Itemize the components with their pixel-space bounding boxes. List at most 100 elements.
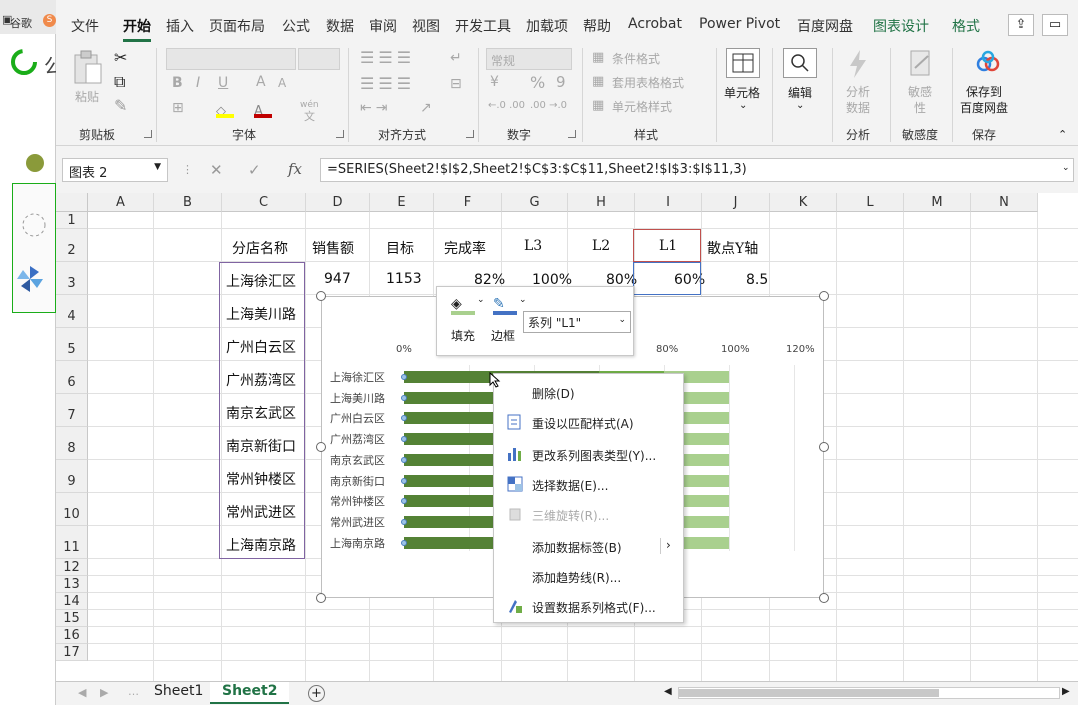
scroll-left-icon[interactable]: ◀ — [664, 686, 672, 697]
font-name-select[interactable] — [166, 48, 296, 70]
indent-icons[interactable]: ⇤⇥ — [360, 100, 391, 116]
baidu-cloud-icon[interactable] — [974, 48, 1002, 76]
chart-resize-handle[interactable] — [819, 291, 829, 301]
column-header-a[interactable]: A — [88, 193, 154, 212]
font-size-select[interactable] — [298, 48, 340, 70]
underline-button[interactable]: U — [218, 75, 228, 91]
column-header-i[interactable]: I — [635, 193, 702, 212]
selection-point-handle[interactable] — [401, 477, 407, 484]
expand-formula-icon[interactable]: ⌄ — [1062, 163, 1070, 173]
editing-button[interactable] — [783, 48, 817, 78]
comments-button[interactable]: ▭ — [1042, 14, 1068, 36]
cell-d3[interactable]: 947 — [324, 271, 351, 287]
more-sheets-icon[interactable]: … — [128, 685, 139, 698]
horizontal-scrollbar[interactable] — [678, 687, 1060, 699]
selection-point-handle[interactable] — [401, 456, 407, 463]
tab-addins[interactable]: 加载项 — [526, 16, 568, 36]
column-header-c[interactable]: C — [222, 193, 306, 212]
header-sales[interactable]: 销售额 — [312, 238, 354, 258]
format-painter-icon[interactable]: ✎ — [114, 96, 127, 115]
conditional-formatting-button[interactable]: 条件格式 — [612, 50, 660, 67]
enter-check-icon[interactable]: ✓ — [248, 161, 261, 179]
row-header-2[interactable]: 2 — [56, 229, 88, 262]
lightning-icon[interactable] — [844, 48, 872, 80]
context-menu-item[interactable]: 删除(D) — [494, 378, 683, 406]
bold-button[interactable]: B — [172, 75, 183, 91]
tab-home[interactable]: 开始 — [123, 16, 151, 42]
column-header-h[interactable]: H — [568, 193, 635, 212]
tab-formulas[interactable]: 公式 — [282, 16, 310, 36]
increase-decimal-button[interactable]: ←.0 .00 — [488, 100, 525, 111]
column-header-k[interactable]: K — [770, 193, 837, 212]
comma-button[interactable]: 9 — [556, 73, 566, 91]
tab-insert[interactable]: 插入 — [166, 16, 194, 36]
horizontal-align-icons[interactable]: ☰☰☰ — [360, 74, 415, 93]
italic-button[interactable]: I — [196, 75, 200, 91]
number-launcher-icon[interactable] — [568, 130, 576, 138]
borders-icon[interactable]: ⊞ — [172, 100, 184, 116]
column-header-g[interactable]: G — [502, 193, 568, 212]
context-menu-item[interactable]: 更改系列图表类型(Y)... — [494, 440, 683, 468]
row-header-6[interactable]: 6 — [56, 361, 88, 394]
phonetic-guide-button[interactable]: 文 — [304, 108, 315, 124]
row-header-15[interactable]: 15 — [56, 610, 88, 627]
chart-resize-handle[interactable] — [819, 442, 829, 452]
sensitivity-icon[interactable] — [906, 48, 934, 80]
column-header-d[interactable]: D — [306, 193, 370, 212]
chart-resize-handle[interactable] — [316, 442, 326, 452]
sensitivity-button[interactable]: 敏感 性 — [908, 84, 932, 116]
sheet-tab-sheet2[interactable]: Sheet2 — [210, 682, 290, 704]
selection-point-handle[interactable] — [401, 539, 407, 546]
select-all-corner[interactable] — [56, 193, 88, 212]
save-to-baidu-button[interactable]: 保存到 百度网盘 — [960, 84, 1008, 116]
copy-icon[interactable]: ⧉ — [114, 72, 125, 92]
row-header-14[interactable]: 14 — [56, 593, 88, 610]
row-header-9[interactable]: 9 — [56, 460, 88, 493]
background-tab[interactable]: ▣ 谷歌 S — [0, 0, 56, 34]
header-l2[interactable]: L2 — [592, 238, 610, 254]
row-header-10[interactable]: 10 — [56, 493, 88, 526]
analyze-data-button[interactable]: 分析 数据 — [846, 84, 870, 116]
header-scatter-y[interactable]: 散点Y轴 — [707, 238, 758, 258]
row-header-1[interactable]: 1 — [56, 212, 88, 229]
number-format-select[interactable]: 常规 — [486, 48, 572, 70]
sheet-tab-sheet1[interactable]: Sheet1 — [142, 682, 215, 704]
context-menu-item[interactable]: 添加趋势线(R)... — [494, 562, 683, 590]
selection-point-handle[interactable] — [401, 394, 407, 401]
context-menu-item[interactable]: 添加数据标签(B) › — [494, 532, 683, 560]
header-completion[interactable]: 完成率 — [444, 238, 486, 258]
currency-icon[interactable]: ¥ — [490, 74, 499, 90]
cut-icon[interactable]: ✂ — [114, 48, 127, 67]
row-header-17[interactable]: 17 — [56, 644, 88, 661]
name-box[interactable]: 图表 2 ▼ — [62, 158, 168, 182]
header-l3[interactable]: L3 — [524, 238, 542, 254]
cell-j3[interactable]: 8.5 — [746, 272, 768, 288]
context-menu-item[interactable]: 设置数据系列格式(F)... — [494, 592, 683, 620]
selection-point-handle[interactable] — [401, 374, 407, 380]
column-header-b[interactable]: B — [154, 193, 222, 212]
cell-e3[interactable]: 1153 — [386, 271, 422, 287]
cells-button[interactable] — [726, 48, 760, 78]
cancel-icon[interactable]: ✕ — [210, 161, 223, 179]
column-header-l[interactable]: L — [837, 193, 904, 212]
row-header-7[interactable]: 7 — [56, 394, 88, 427]
font-launcher-icon[interactable] — [336, 130, 344, 138]
column-header-j[interactable]: J — [702, 193, 770, 212]
tab-baidu-netdisk[interactable]: 百度网盘 — [797, 16, 853, 36]
row-header-8[interactable]: 8 — [56, 427, 88, 460]
row-header-11[interactable]: 11 — [56, 526, 88, 559]
font-color-button[interactable]: A — [254, 100, 272, 119]
chart-resize-handle[interactable] — [819, 593, 829, 603]
prev-sheet-icon[interactable]: ◀ — [78, 686, 86, 699]
tab-power-pivot[interactable]: Power Pivot — [699, 16, 780, 32]
vertical-align-icons[interactable]: ☰☰☰ — [360, 48, 415, 67]
clipboard-launcher-icon[interactable] — [144, 130, 152, 138]
row-header-12[interactable]: 12 — [56, 559, 88, 576]
tab-chart-design[interactable]: 图表设计 — [873, 16, 929, 36]
format-as-table-button[interactable]: 套用表格格式 — [612, 74, 684, 91]
font-shrink-icon[interactable]: A — [278, 76, 286, 90]
column-header-f[interactable]: F — [434, 193, 502, 212]
paste-icon[interactable] — [72, 50, 104, 86]
column-header-n[interactable]: N — [971, 193, 1038, 212]
percent-button[interactable]: % — [530, 73, 545, 92]
